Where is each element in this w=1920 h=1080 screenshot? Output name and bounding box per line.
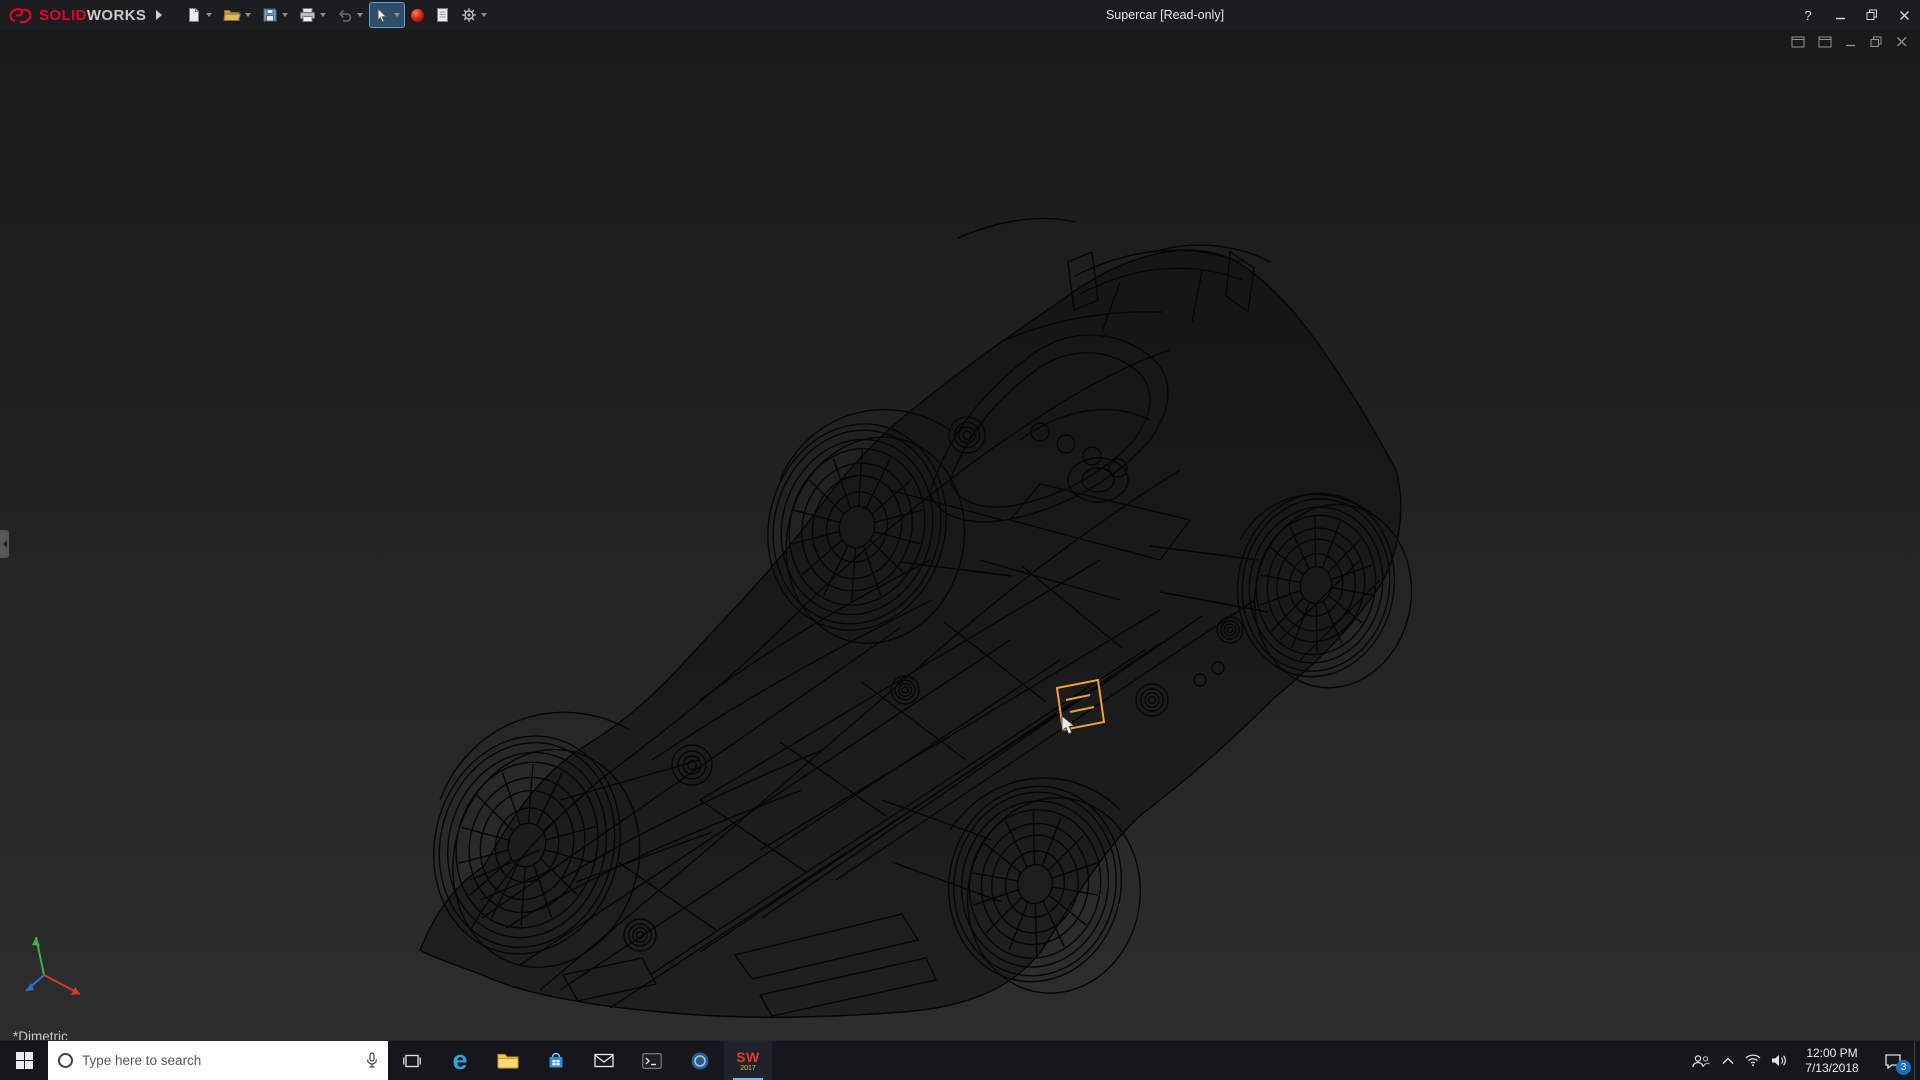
document-window-controls <box>1791 36 1908 48</box>
options-gear-icon <box>461 7 477 23</box>
dropdown-arrow-icon[interactable] <box>245 13 251 17</box>
dropdown-arrow-icon[interactable] <box>357 13 363 17</box>
open-button[interactable] <box>219 3 255 27</box>
start-button[interactable] <box>0 1041 48 1080</box>
edge-icon: e <box>452 1047 467 1074</box>
menu-flyout-arrow-icon[interactable] <box>156 10 162 20</box>
new-document-button[interactable] <box>182 3 216 27</box>
solidworks-app-icon: SW 2017 <box>736 1050 760 1072</box>
help-button[interactable]: ? <box>1792 0 1824 30</box>
volume-button[interactable] <box>1766 1041 1792 1080</box>
new-document-icon <box>186 7 202 23</box>
file-properties-icon <box>435 7 450 23</box>
file-properties-button[interactable] <box>431 3 454 27</box>
undo-icon <box>337 7 353 23</box>
print-button[interactable] <box>295 3 330 27</box>
command-prompt-icon <box>642 1053 662 1069</box>
render-tools-button[interactable] <box>407 3 428 27</box>
doc-close-icon[interactable] <box>1896 36 1908 48</box>
minimize-icon <box>1835 10 1846 21</box>
cortana-icon <box>58 1053 73 1068</box>
chevron-up-icon <box>1722 1057 1734 1065</box>
document-icon[interactable] <box>1791 36 1805 48</box>
save-floppy-icon <box>262 7 278 23</box>
dropdown-arrow-icon[interactable] <box>394 13 400 17</box>
command-prompt-button[interactable] <box>628 1041 676 1080</box>
store-icon <box>547 1052 565 1070</box>
window-title: Supercar [Read-only] <box>1106 0 1224 30</box>
app-button[interactable] <box>676 1041 724 1080</box>
edge-button[interactable]: e <box>436 1041 484 1080</box>
minimize-button[interactable] <box>1824 0 1856 30</box>
action-center-button[interactable]: 3 <box>1872 1041 1914 1080</box>
dropdown-arrow-icon[interactable] <box>206 13 212 17</box>
clock-time: 12:00 PM <box>1806 1046 1857 1061</box>
undo-button[interactable] <box>333 3 367 27</box>
windows-logo-icon <box>16 1052 33 1069</box>
wifi-icon <box>1745 1054 1761 1067</box>
taskbar-search[interactable] <box>48 1041 388 1080</box>
open-folder-icon <box>223 7 241 23</box>
wireframe-car-model[interactable] <box>0 30 1920 1040</box>
speaker-icon <box>1771 1054 1787 1067</box>
doc-minimize-icon[interactable] <box>1845 36 1857 48</box>
options-button[interactable] <box>457 3 491 27</box>
taskbar-clock[interactable]: 12:00 PM 7/13/2018 <box>1792 1041 1872 1080</box>
close-button[interactable] <box>1888 0 1920 30</box>
people-icon <box>1691 1054 1711 1068</box>
network-button[interactable] <box>1740 1041 1766 1080</box>
restore-icon <box>1866 9 1878 21</box>
panel-flyout-tab[interactable] <box>0 530 9 558</box>
ds-logo-icon <box>8 5 34 25</box>
microphone-icon[interactable] <box>366 1052 378 1069</box>
blue-app-icon <box>690 1051 710 1071</box>
save-button[interactable] <box>258 3 292 27</box>
solidworks-app-button[interactable]: SW 2017 <box>724 1041 772 1080</box>
store-button[interactable] <box>532 1041 580 1080</box>
clock-date: 7/13/2018 <box>1805 1061 1858 1076</box>
dropdown-arrow-icon[interactable] <box>282 13 288 17</box>
print-icon <box>299 7 316 23</box>
mail-icon <box>594 1053 614 1068</box>
close-icon <box>1899 10 1910 21</box>
dropdown-arrow-icon[interactable] <box>320 13 326 17</box>
select-cursor-icon <box>374 7 390 23</box>
show-desktop-button[interactable] <box>1914 1041 1920 1080</box>
orientation-triad <box>26 937 80 995</box>
solidworks-logo: SOLIDWORKS <box>0 5 150 25</box>
notification-badge: 3 <box>1896 1060 1911 1075</box>
restore-button[interactable] <box>1856 0 1888 30</box>
window-controls: ? <box>1792 0 1920 30</box>
doc-restore-icon[interactable] <box>1870 36 1883 48</box>
chevron-left-icon <box>3 540 7 548</box>
document-icon[interactable] <box>1818 36 1832 48</box>
system-tray: 12:00 PM 7/13/2018 3 <box>1686 1041 1920 1080</box>
windows-taskbar: e SW 20 <box>0 1040 1920 1080</box>
hidden-icons-button[interactable] <box>1716 1041 1740 1080</box>
search-input[interactable] <box>82 1053 357 1068</box>
mail-button[interactable] <box>580 1041 628 1080</box>
task-view-button[interactable] <box>388 1041 436 1080</box>
brand-text: SOLIDWORKS <box>39 7 146 24</box>
file-explorer-icon <box>497 1052 519 1069</box>
people-button[interactable] <box>1686 1041 1716 1080</box>
select-tool-button[interactable] <box>370 3 404 27</box>
graphics-viewport[interactable]: *Dimetric <box>0 30 1920 1040</box>
render-sphere-icon <box>411 9 424 22</box>
file-explorer-button[interactable] <box>484 1041 532 1080</box>
dropdown-arrow-icon[interactable] <box>481 13 487 17</box>
title-bar: SOLIDWORKS <box>0 0 1920 30</box>
quick-access-toolbar <box>182 3 491 27</box>
task-view-icon <box>403 1053 421 1069</box>
